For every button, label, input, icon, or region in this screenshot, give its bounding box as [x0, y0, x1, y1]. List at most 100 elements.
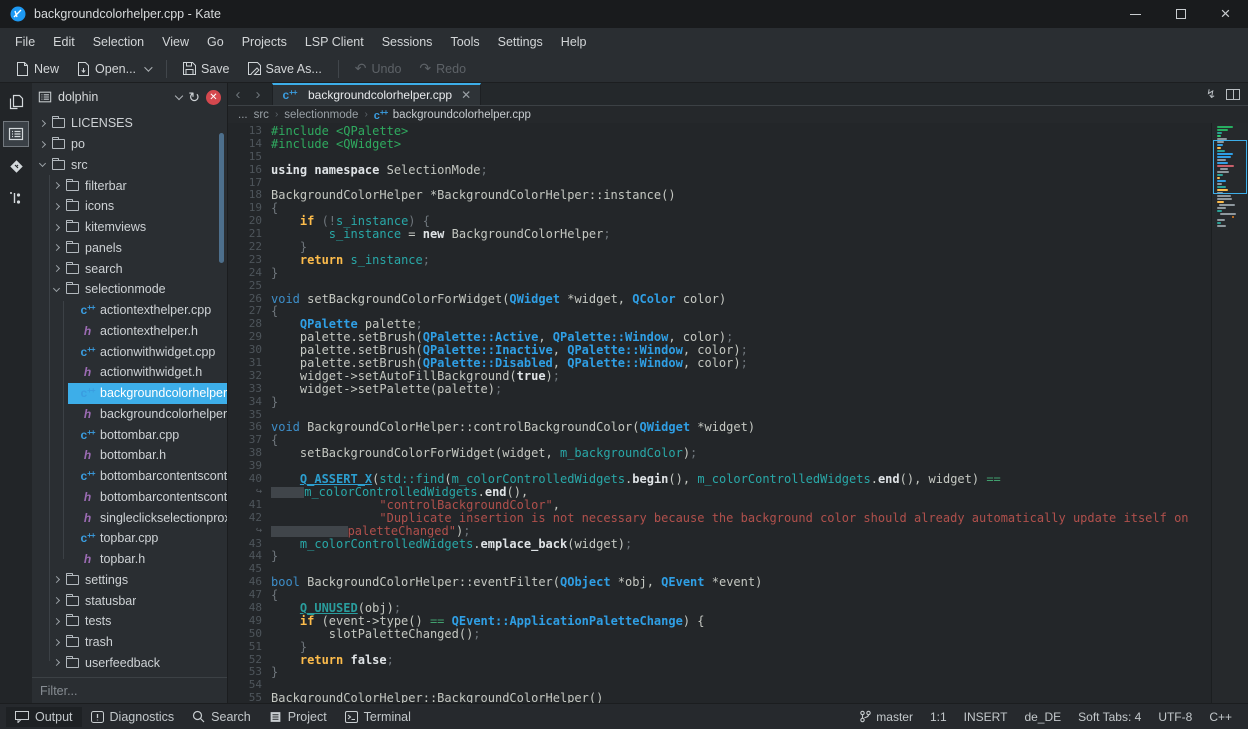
sidebar-scrollbar[interactable]	[219, 133, 224, 263]
project-selector-chevron-icon[interactable]	[175, 91, 183, 99]
menu-selection[interactable]: Selection	[84, 31, 153, 53]
filter-input[interactable]: Filter...	[32, 677, 227, 703]
diagnostics-panel-button[interactable]: Diagnostics	[82, 707, 184, 727]
minimap-viewport[interactable]	[1213, 140, 1247, 194]
tab-mode[interactable]: Soft Tabs: 4	[1078, 710, 1141, 724]
menu-projects[interactable]: Projects	[233, 31, 296, 53]
git-branch-status[interactable]: master	[859, 710, 913, 724]
tree-chevron-icon[interactable]	[53, 618, 60, 625]
tab-close-icon[interactable]: ✕	[461, 88, 471, 102]
quick-actions-icon[interactable]: ↯	[1206, 87, 1216, 101]
close-button[interactable]: ×	[1203, 0, 1248, 28]
code-line[interactable]: 55BackgroundColorHelper::BackgroundColor…	[228, 692, 1211, 703]
tree-item[interactable]: hsingleclickselectionproxy...	[32, 507, 227, 528]
tree-item[interactable]: statusbar	[32, 590, 227, 611]
tree-chevron-icon[interactable]	[53, 203, 60, 210]
code-line[interactable]: 21 s_instance = new BackgroundColorHelpe…	[228, 228, 1211, 241]
tree-item[interactable]: hactionwithwidget.h	[32, 362, 227, 383]
code-line[interactable]: 52 return false;	[228, 654, 1211, 667]
symbols-panel-button[interactable]	[3, 185, 29, 211]
code-line[interactable]: 46bool BackgroundColorHelper::eventFilte…	[228, 576, 1211, 589]
terminal-panel-button[interactable]: Terminal	[336, 707, 420, 727]
save-button[interactable]: Save	[175, 59, 238, 79]
input-mode[interactable]: INSERT	[964, 710, 1008, 724]
code-line[interactable]: 16using namespace SelectionMode;	[228, 164, 1211, 177]
cursor-position[interactable]: 1:1	[930, 710, 947, 724]
tree-item[interactable]: hbottombarcontentscont...	[32, 487, 227, 508]
refresh-project-icon[interactable]: ↻	[188, 90, 200, 104]
code-line[interactable]: 50 slotPaletteChanged();	[228, 628, 1211, 641]
code-line[interactable]: 23 return s_instance;	[228, 254, 1211, 267]
code-line[interactable]: 53}	[228, 666, 1211, 679]
tree-chevron-icon[interactable]	[53, 265, 60, 272]
tree-item[interactable]: settings	[32, 570, 227, 591]
breadcrumb-file[interactable]: backgroundcolorhelper.cpp	[393, 109, 531, 121]
menu-view[interactable]: View	[153, 31, 198, 53]
menu-tools[interactable]: Tools	[441, 31, 488, 53]
tree-item[interactable]: c++actionwithwidget.cpp	[32, 341, 227, 362]
tree-item[interactable]: trash	[32, 632, 227, 653]
breadcrumb-src[interactable]: src	[254, 109, 269, 121]
documents-panel-button[interactable]	[3, 89, 29, 115]
open-dropdown-chevron-icon[interactable]	[144, 63, 152, 71]
tree-item[interactable]: hactiontexthelper.h	[32, 321, 227, 342]
tree-item[interactable]: htopbar.h	[32, 549, 227, 570]
tree-item[interactable]: search	[32, 258, 227, 279]
tree-item[interactable]: c++backgroundcolorhelper.c...	[32, 383, 227, 404]
project-selector[interactable]: dolphin	[58, 90, 98, 104]
menu-go[interactable]: Go	[198, 31, 233, 53]
maximize-button[interactable]	[1158, 0, 1203, 28]
forward-button[interactable]: ›	[248, 83, 268, 105]
code-line[interactable]: 38 setBackgroundColorForWidget(widget, m…	[228, 447, 1211, 460]
breadcrumb-ellipsis[interactable]: ...	[238, 109, 248, 121]
menu-sessions[interactable]: Sessions	[373, 31, 442, 53]
back-button[interactable]: ‹	[228, 83, 248, 105]
encoding[interactable]: UTF-8	[1158, 710, 1192, 724]
breadcrumb-selectionmode[interactable]: selectionmode	[284, 109, 358, 121]
syntax-language[interactable]: C++	[1209, 710, 1232, 724]
code-line[interactable]: 24}	[228, 267, 1211, 280]
tree-chevron-icon[interactable]	[39, 160, 46, 167]
open-button[interactable]: Open...	[69, 59, 158, 79]
menu-lsp-client[interactable]: LSP Client	[296, 31, 373, 53]
code-line[interactable]: 34}	[228, 396, 1211, 409]
tree-item[interactable]: c++bottombarcontentscont...	[32, 466, 227, 487]
tab-backgroundcolorhelper[interactable]: c++ backgroundcolorhelper.cpp ✕	[272, 83, 481, 105]
code-line[interactable]: 43 m_colorControlledWidgets.emplace_back…	[228, 538, 1211, 551]
tree-chevron-icon[interactable]	[53, 244, 60, 251]
tree-item[interactable]: c++actiontexthelper.cpp	[32, 300, 227, 321]
tree-chevron-icon[interactable]	[53, 285, 60, 292]
tree-chevron-icon[interactable]	[53, 659, 60, 666]
tree-chevron-icon[interactable]	[53, 597, 60, 604]
tree-item[interactable]: hbackgroundcolorhelper.h	[32, 404, 227, 425]
tree-chevron-icon[interactable]	[39, 120, 46, 127]
menu-settings[interactable]: Settings	[489, 31, 552, 53]
tree-chevron-icon[interactable]	[53, 639, 60, 646]
menu-file[interactable]: File	[6, 31, 44, 53]
code-line[interactable]: 14#include <QWidget>	[228, 138, 1211, 151]
code-line[interactable]: 36void BackgroundColorHelper::controlBac…	[228, 421, 1211, 434]
git-panel-button[interactable]	[3, 153, 29, 179]
tree-item[interactable]: selectionmode	[32, 279, 227, 300]
tree-item[interactable]: filterbar	[32, 175, 227, 196]
save-as-button[interactable]: Save As...	[240, 59, 330, 79]
split-view-icon[interactable]	[1226, 89, 1240, 100]
search-panel-button[interactable]: Search	[183, 707, 260, 727]
code-line[interactable]: 26void setBackgroundColorForWidget(QWidg…	[228, 293, 1211, 306]
menu-help[interactable]: Help	[552, 31, 596, 53]
tree-chevron-icon[interactable]	[39, 141, 46, 148]
tree-item[interactable]: panels	[32, 238, 227, 259]
tree-item[interactable]: tests	[32, 611, 227, 632]
tree-item[interactable]: userfeedback	[32, 653, 227, 674]
dictionary[interactable]: de_DE	[1024, 710, 1061, 724]
close-project-icon[interactable]: ✕	[206, 90, 221, 105]
code-line[interactable]: 33 widget->setPalette(palette);	[228, 383, 1211, 396]
tree-chevron-icon[interactable]	[53, 576, 60, 583]
tree-item[interactable]: c++bottombar.cpp	[32, 424, 227, 445]
undo-button[interactable]: ↶ Undo	[347, 57, 410, 80]
menu-edit[interactable]: Edit	[44, 31, 84, 53]
code-line[interactable]: 44}	[228, 550, 1211, 563]
tree-chevron-icon[interactable]	[53, 182, 60, 189]
tree-item[interactable]: icons	[32, 196, 227, 217]
project-panel-button[interactable]: Project	[260, 707, 336, 727]
